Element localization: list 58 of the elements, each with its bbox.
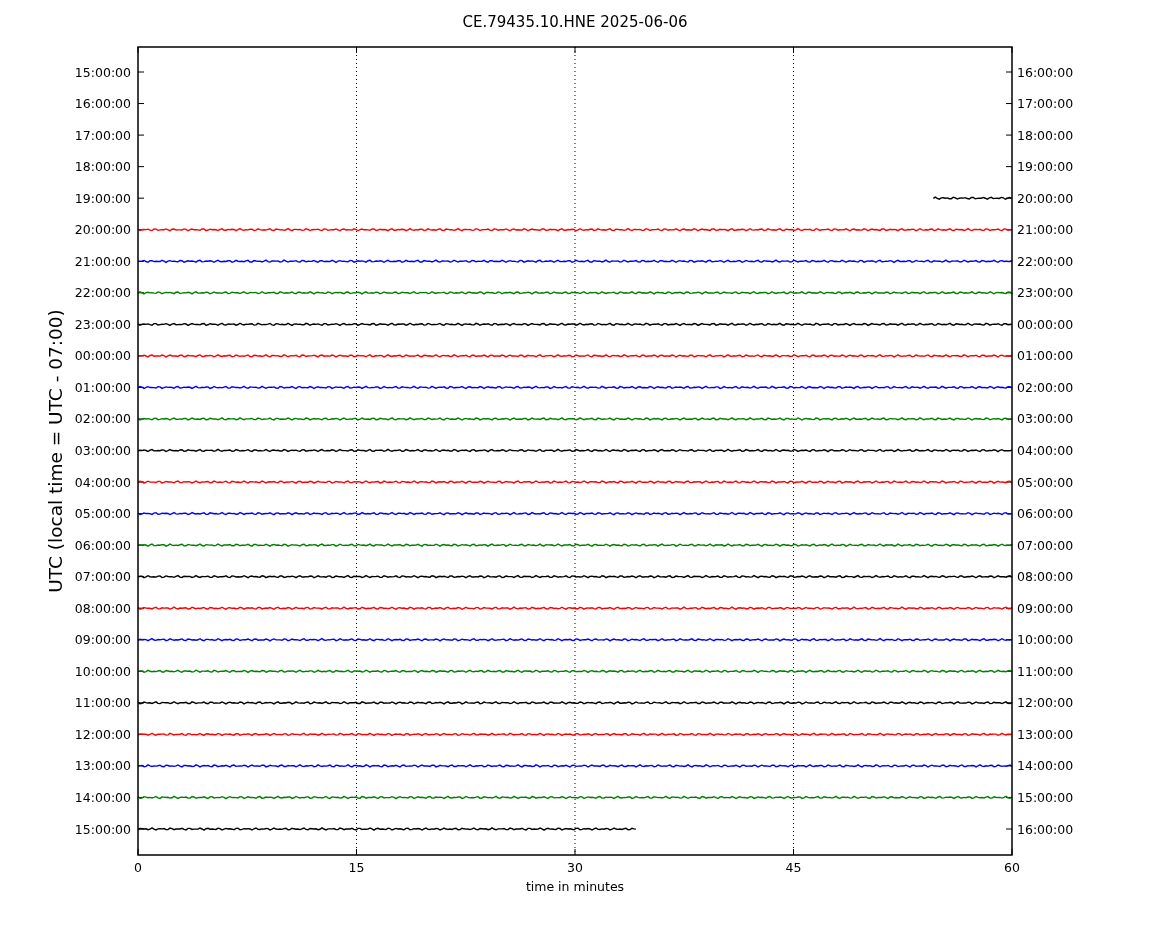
hour-label: 23:00:00	[74, 316, 131, 332]
hour-label: 11:00:00	[1017, 663, 1074, 679]
x-axis-label: time in minutes	[525, 879, 625, 894]
hour-label: 09:00:00	[1017, 600, 1074, 616]
axis-tick-label: 15	[348, 860, 365, 875]
hour-label: 15:00:00	[1017, 789, 1074, 805]
hour-label: 21:00:00	[1017, 222, 1074, 238]
hour-label: 22:00:00	[74, 285, 131, 301]
hour-label: 18:00:00	[1017, 127, 1074, 143]
hour-label: 13:00:00	[74, 758, 131, 774]
hour-label: 08:00:00	[1017, 569, 1074, 585]
hour-label: 08:00:00	[74, 600, 131, 616]
hour-label: 22:00:00	[1017, 253, 1074, 269]
hour-label: 15:00:00	[74, 821, 131, 837]
hour-label: 11:00:00	[74, 695, 131, 711]
hour-label: 15:00:00	[74, 64, 131, 80]
hour-label: 06:00:00	[74, 537, 131, 553]
hour-label: 09:00:00	[74, 632, 131, 648]
hour-label: 04:00:00	[74, 474, 131, 490]
hour-label: 12:00:00	[1017, 695, 1074, 711]
hour-label: 17:00:00	[74, 127, 131, 143]
hour-label: 16:00:00	[74, 96, 131, 112]
axis-tick-label: 60	[1004, 860, 1020, 875]
hour-label: 20:00:00	[1017, 190, 1074, 206]
hour-label: 19:00:00	[1017, 159, 1074, 175]
hour-label: 23:00:00	[1017, 285, 1074, 301]
hour-label: 05:00:00	[1017, 474, 1074, 490]
hour-label: 00:00:00	[1017, 316, 1074, 332]
hour-label: 19:00:00	[74, 190, 131, 206]
hour-label: 03:00:00	[74, 443, 131, 458]
hour-label: 16:00:00	[1017, 821, 1074, 837]
hour-label: 02:00:00	[74, 411, 131, 427]
chart-title: CE.79435.10.HNE 2025-06-06	[462, 13, 688, 31]
hour-label: 01:00:00	[74, 379, 131, 395]
hour-label: 17:00:00	[1017, 96, 1074, 112]
hour-label: 14:00:00	[74, 789, 131, 805]
hour-label: 03:00:00	[1017, 411, 1074, 427]
hour-label: 06:00:00	[1017, 506, 1074, 522]
hour-label: 20:00:00	[74, 222, 131, 238]
axis-tick-label: 0	[134, 860, 142, 875]
hour-label: 02:00:00	[1017, 379, 1074, 395]
hour-label: 13:00:00	[1017, 726, 1074, 742]
hour-label: 07:00:00	[74, 569, 131, 585]
hour-label: 04:00:00	[1017, 443, 1074, 458]
axis-tick-label: 45	[785, 860, 802, 875]
hour-label: 21:00:00	[74, 253, 131, 269]
axis-tick-label: 30	[567, 860, 583, 875]
hour-label: 10:00:00	[74, 663, 131, 679]
hour-label: 16:00:00	[1017, 64, 1074, 80]
hour-label: 10:00:00	[1017, 632, 1074, 648]
hour-label: 14:00:00	[1017, 758, 1074, 774]
hour-label: 05:00:00	[74, 506, 131, 522]
hour-label: 12:00:00	[74, 726, 131, 742]
hour-label: 01:00:00	[1017, 348, 1074, 364]
y-axis-label: UTC (local time = UTC - 07:00)	[45, 309, 66, 593]
hour-label: 18:00:00	[74, 159, 131, 175]
hour-label: 00:00:00	[74, 348, 131, 364]
hour-label: 07:00:00	[1017, 537, 1074, 553]
